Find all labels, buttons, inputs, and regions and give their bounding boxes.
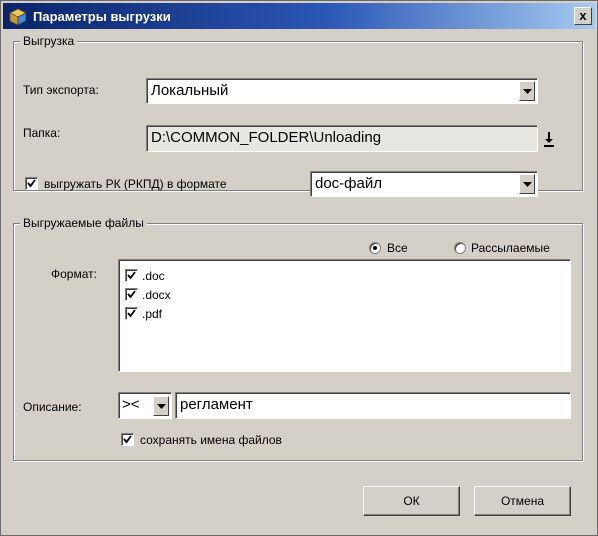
export-type-dropdown-button[interactable]: [519, 81, 535, 101]
radio-all-label: Все: [387, 241, 408, 255]
close-icon: x: [579, 8, 587, 23]
description-input[interactable]: регламент: [175, 392, 571, 419]
format-item-label: .doc: [142, 269, 165, 283]
format-list-label: Формат:: [51, 267, 97, 281]
checkmark-icon: [127, 271, 136, 280]
checkmark-icon: [127, 290, 136, 299]
app-icon: [9, 8, 27, 26]
radio-all[interactable]: [369, 242, 381, 254]
cancel-button-label: Отмена: [500, 494, 545, 508]
chevron-down-icon: [523, 89, 532, 94]
export-type-value: Локальный: [151, 82, 229, 99]
description-operator-select[interactable]: ><: [118, 392, 172, 419]
folder-path-field[interactable]: D:\COMMON_FOLDER\Unloading: [146, 125, 538, 152]
radio-mailed[interactable]: [454, 242, 466, 254]
close-button[interactable]: x: [574, 7, 592, 25]
chevron-down-icon: [523, 182, 532, 187]
format-list[interactable]: .doc .docx .pdf: [118, 259, 571, 372]
chevron-down-icon: [157, 404, 166, 409]
description-label: Описание:: [23, 400, 82, 414]
format-select[interactable]: doc-файл: [310, 171, 538, 197]
radio-selected-dot: [373, 246, 377, 250]
radio-mailed-label: Рассылаемые: [471, 241, 550, 255]
title-bar[interactable]: Параметры выгрузки x: [3, 3, 595, 29]
checkmark-icon: [123, 435, 132, 444]
export-type-label: Тип экспорта:: [23, 83, 99, 97]
window-title: Параметры выгрузки: [33, 9, 171, 24]
cancel-button[interactable]: Отмена: [474, 486, 571, 516]
export-rk-checkbox[interactable]: [25, 177, 38, 190]
ok-button-label: ОК: [403, 494, 420, 508]
checkmark-icon: [127, 309, 136, 318]
export-group: Выгрузка: [13, 34, 583, 191]
export-settings-dialog: Параметры выгрузки x Выгрузка Тип экспор…: [0, 0, 598, 536]
format-checkbox[interactable]: [125, 307, 138, 320]
export-type-select[interactable]: Локальный: [146, 78, 538, 104]
format-value: doc-файл: [315, 175, 382, 192]
description-operator-value: ><: [122, 396, 140, 413]
ok-button[interactable]: ОК: [363, 486, 460, 516]
checkmark-icon: [27, 179, 36, 188]
format-dropdown-button[interactable]: [519, 174, 535, 194]
folder-label: Папка:: [23, 126, 61, 140]
download-icon[interactable]: [543, 132, 555, 148]
format-item-label: .pdf: [142, 307, 163, 321]
keep-names-checkbox[interactable]: [121, 433, 134, 446]
export-rk-label: выгружать РК (РКПД) в формате: [44, 177, 227, 191]
format-checkbox[interactable]: [125, 269, 138, 282]
folder-path-value: D:\COMMON_FOLDER\Unloading: [151, 129, 382, 146]
keep-names-label: сохранять имена файлов: [140, 433, 282, 447]
operator-dropdown-button[interactable]: [153, 396, 169, 416]
files-group-legend: Выгружаемые файлы: [20, 216, 147, 230]
format-checkbox[interactable]: [125, 288, 138, 301]
format-item-label: .docx: [142, 288, 171, 302]
description-value: регламент: [180, 396, 253, 413]
export-group-legend: Выгрузка: [20, 34, 78, 48]
